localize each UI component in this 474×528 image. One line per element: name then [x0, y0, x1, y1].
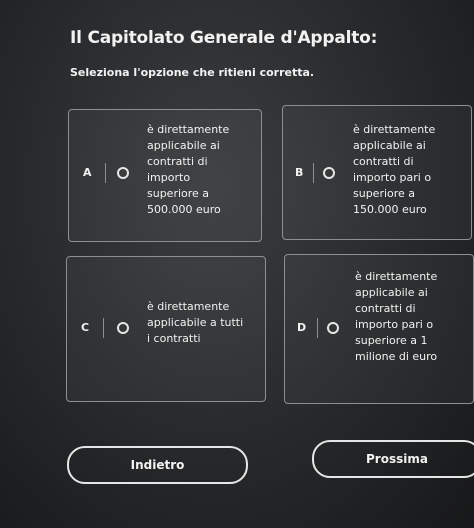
option-letter: D — [297, 321, 307, 334]
option-c[interactable]: C è direttamente applicabile a tutti i c… — [66, 256, 266, 402]
option-divider — [105, 163, 106, 183]
option-divider — [313, 163, 314, 183]
option-text: è direttamente applicabile a tutti i con… — [147, 300, 244, 345]
radio-button[interactable] — [117, 167, 129, 179]
option-text: è direttamente applicabile ai contratti … — [355, 270, 438, 363]
option-text: è direttamente applicabile ai contratti … — [353, 123, 436, 216]
instruction-text: Seleziona l'opzione che ritieni corretta… — [70, 66, 315, 79]
option-b[interactable]: B è direttamente applicabile ai contratt… — [282, 105, 472, 240]
radio-button[interactable] — [327, 322, 339, 334]
option-letter: B — [295, 166, 304, 179]
next-button[interactable]: Prossima — [312, 440, 474, 478]
back-button[interactable]: Indietro — [67, 446, 248, 484]
option-letter: C — [81, 321, 90, 334]
question-title: Il Capitolato Generale d'Appalto: — [70, 28, 378, 48]
option-text: è direttamente applicabile ai contratti … — [147, 123, 230, 216]
radio-button[interactable] — [117, 322, 129, 334]
option-divider — [317, 318, 318, 338]
option-a[interactable]: A è direttamente applicabile ai contratt… — [68, 109, 262, 242]
radio-button[interactable] — [323, 167, 335, 179]
option-d[interactable]: D è direttamente applicabile ai contratt… — [284, 254, 474, 404]
option-divider — [103, 318, 104, 338]
option-letter: A — [83, 166, 92, 179]
